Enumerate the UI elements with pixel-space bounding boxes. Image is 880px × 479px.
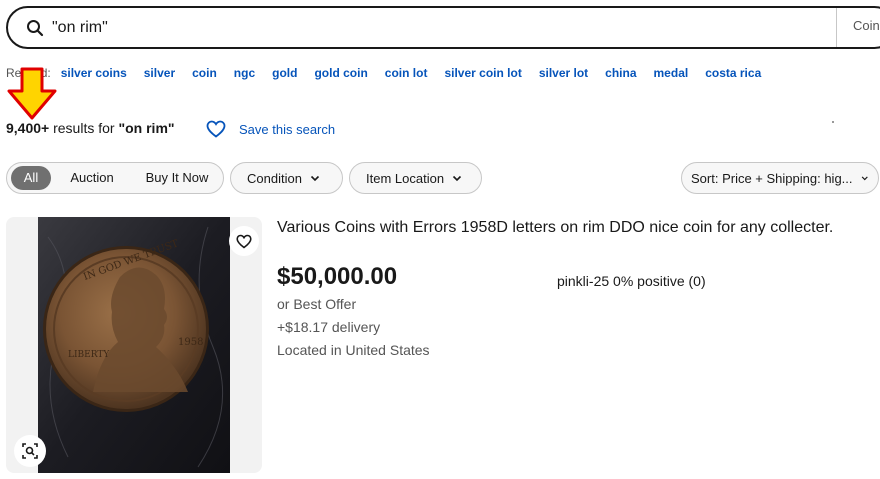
format-buy-it-now-button[interactable]: Buy It Now xyxy=(135,166,219,190)
item-location-text: Located in United States xyxy=(277,342,430,358)
arrow-down-annotation xyxy=(7,67,57,120)
related-link-silver-coin-lot[interactable]: silver coin lot xyxy=(444,66,521,80)
related-link-gold[interactable]: gold xyxy=(272,66,297,80)
coin-photo: IN GOD WE TRUST LIBERTY 1958 xyxy=(38,217,230,473)
item-location-label: Item Location xyxy=(366,170,445,186)
buying-format-group: All Auction Buy It Now xyxy=(6,162,224,194)
chevron-down-icon xyxy=(861,176,868,181)
related-link-coin[interactable]: coin xyxy=(192,66,217,80)
related-link-silver-coins[interactable]: silver coins xyxy=(61,66,127,80)
search-icon[interactable] xyxy=(26,19,44,37)
watch-heart-button[interactable] xyxy=(229,226,259,256)
listing-price: $50,000.00 xyxy=(277,263,398,290)
results-number: 9,400+ xyxy=(6,120,50,136)
chevron-down-icon xyxy=(452,175,462,182)
related-link-china[interactable]: china xyxy=(605,66,636,80)
condition-filter[interactable]: Condition xyxy=(230,162,343,194)
search-divider xyxy=(836,8,837,47)
visual-search-icon xyxy=(22,443,38,459)
save-search-label[interactable]: Save this search xyxy=(239,122,335,137)
seller-info: pinkli-25 0% positive (0) xyxy=(557,273,706,289)
item-location-filter[interactable]: Item Location xyxy=(349,162,482,194)
divider-dot xyxy=(832,121,834,123)
sort-label: Sort: Price + Shipping: hig... xyxy=(691,170,853,186)
related-link-medal[interactable]: medal xyxy=(654,66,689,80)
best-offer-text: or Best Offer xyxy=(277,296,357,312)
sort-select[interactable]: Sort: Price + Shipping: hig... xyxy=(681,162,879,194)
results-text: results for xyxy=(49,120,119,136)
format-all-button[interactable]: All xyxy=(11,166,51,190)
related-link-silver[interactable]: silver xyxy=(144,66,175,80)
related-link-gold-coin[interactable]: gold coin xyxy=(314,66,367,80)
listing-image[interactable]: IN GOD WE TRUST LIBERTY 1958 xyxy=(6,217,262,473)
chevron-down-icon xyxy=(310,175,320,182)
search-bar: Coin xyxy=(6,6,880,49)
heart-icon xyxy=(236,234,252,249)
condition-label: Condition xyxy=(247,170,302,186)
related-link-silver-lot[interactable]: silver lot xyxy=(539,66,588,80)
search-input[interactable] xyxy=(52,16,812,40)
delivery-cost: +$18.17 delivery xyxy=(277,319,381,335)
results-count: 9,400+ results for "on rim" xyxy=(6,120,175,136)
heart-icon[interactable] xyxy=(200,113,232,145)
related-searches: Related: silver coins silver coin ngc go… xyxy=(6,65,778,81)
svg-text:1958: 1958 xyxy=(178,337,203,348)
related-link-ngc[interactable]: ngc xyxy=(234,66,255,80)
related-link-coin-lot[interactable]: coin lot xyxy=(385,66,428,80)
visual-search-button[interactable] xyxy=(14,435,46,467)
save-search-button[interactable]: Save this search xyxy=(200,113,335,145)
category-select[interactable]: Coin xyxy=(853,18,880,33)
listing-title[interactable]: Various Coins with Errors 1958D letters … xyxy=(277,219,833,237)
results-query: "on rim" xyxy=(118,120,175,136)
svg-text:LIBERTY: LIBERTY xyxy=(68,350,110,360)
related-link-costa-rica[interactable]: costa rica xyxy=(705,66,761,80)
format-auction-button[interactable]: Auction xyxy=(57,166,127,190)
